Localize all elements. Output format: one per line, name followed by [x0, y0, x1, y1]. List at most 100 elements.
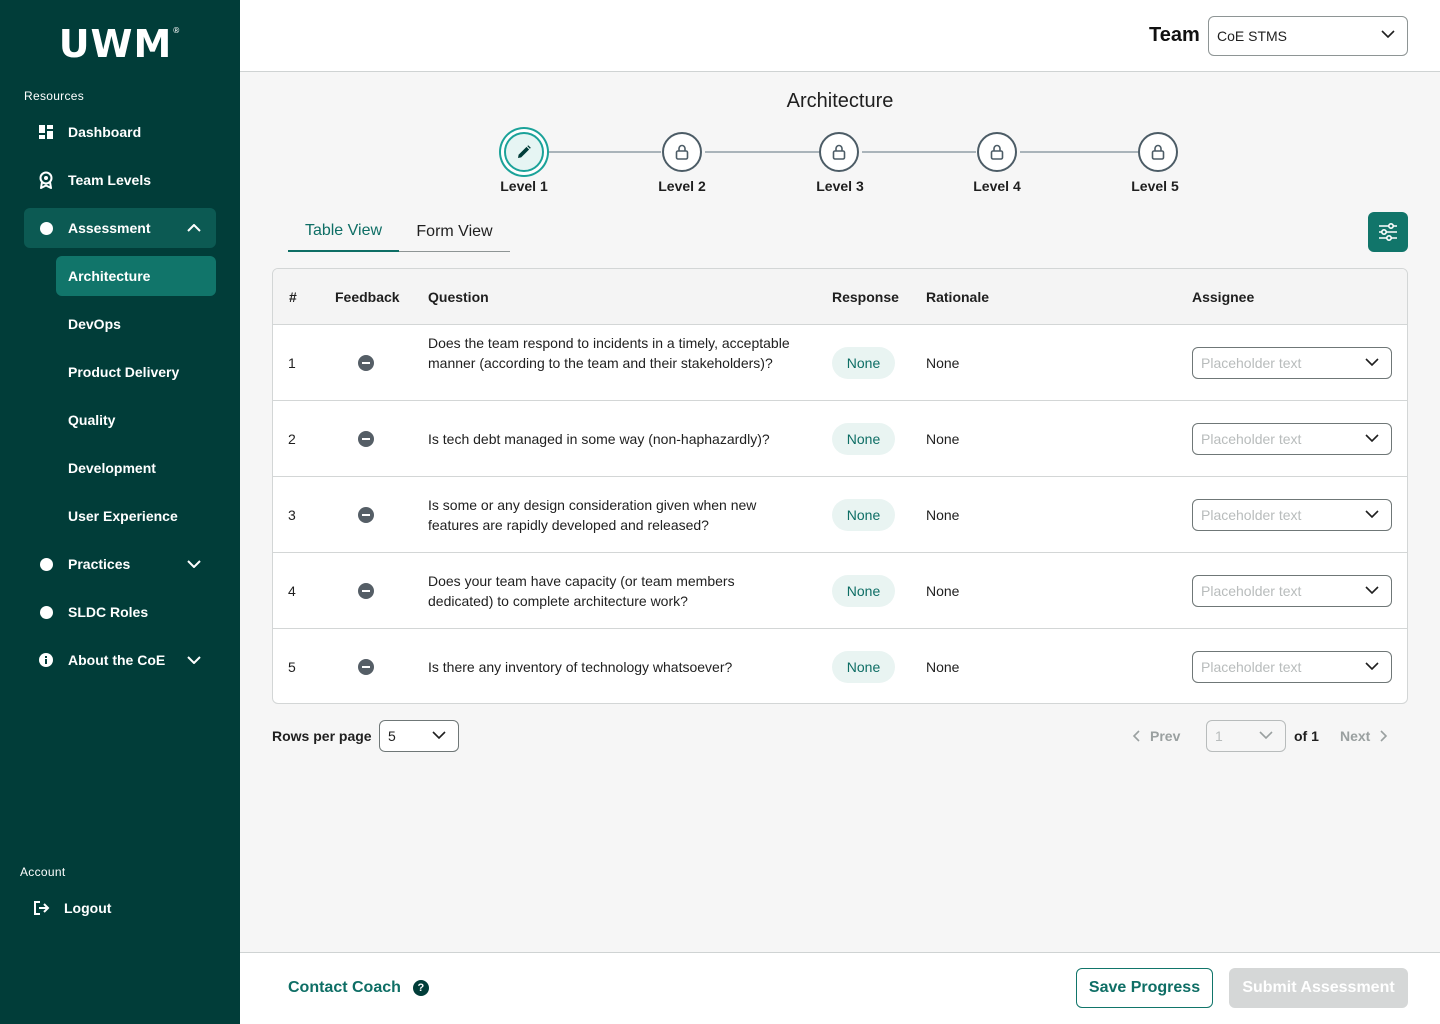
- level-4-step[interactable]: [977, 132, 1017, 172]
- contact-coach-link[interactable]: Contact Coach ?: [288, 979, 429, 997]
- response-pill[interactable]: None: [832, 575, 895, 607]
- view-tabs: Table View Form View: [288, 212, 510, 252]
- question-text: Does the team respond to incidents in a …: [428, 335, 790, 371]
- table-row: 1 Does the team respond to incidents in …: [273, 325, 1407, 401]
- feedback-minus-icon[interactable]: [358, 583, 374, 599]
- logout-button[interactable]: Logout: [20, 888, 212, 928]
- circle-icon: [24, 605, 68, 619]
- contact-coach-label: Contact Coach: [288, 979, 401, 996]
- chevron-down-icon: [172, 560, 216, 568]
- column-header-assignee: Assignee: [1192, 289, 1255, 305]
- column-header-question: Question: [428, 289, 489, 305]
- level-5-label: Level 5: [1131, 178, 1179, 194]
- sidebar-item-assessment[interactable]: Assessment: [24, 208, 216, 248]
- row-number: 3: [288, 507, 296, 523]
- chevron-up-icon: [172, 224, 216, 232]
- footer-bar: Contact Coach ? Save Progress Submit Ass…: [240, 952, 1440, 1024]
- chevron-down-icon: [1365, 586, 1379, 594]
- column-header-response: Response: [832, 289, 899, 305]
- chevron-down-icon: [1365, 434, 1379, 442]
- sidebar-item-about-the-coe[interactable]: About the CoE: [24, 640, 216, 680]
- feedback-minus-icon[interactable]: [358, 659, 374, 675]
- level-5-step[interactable]: [1138, 132, 1178, 172]
- rationale-text: None: [926, 507, 960, 523]
- response-pill[interactable]: None: [832, 423, 895, 455]
- feedback-minus-icon[interactable]: [358, 355, 374, 371]
- logout-label: Logout: [64, 900, 112, 916]
- feedback-minus-icon[interactable]: [358, 431, 374, 447]
- rationale-text: None: [926, 431, 960, 447]
- sidebar-item-label: About the CoE: [68, 652, 166, 668]
- chevron-down-icon: [432, 731, 446, 739]
- assignee-placeholder: Placeholder text: [1201, 583, 1302, 599]
- chevron-down-icon: [1259, 731, 1273, 739]
- sidebar-item-team-levels[interactable]: Team Levels: [24, 160, 216, 200]
- chevron-right-icon: [1380, 730, 1388, 742]
- sidebar-subitem-devops[interactable]: DevOps: [56, 304, 216, 344]
- response-pill[interactable]: None: [832, 651, 895, 683]
- question-text: Is tech debt managed in some way (non-ha…: [428, 431, 770, 447]
- chevron-down-icon: [1365, 510, 1379, 518]
- assignee-select[interactable]: Placeholder text: [1192, 651, 1392, 683]
- sidebar-item-practices[interactable]: Practices: [24, 544, 216, 584]
- filter-settings-button[interactable]: [1368, 212, 1408, 252]
- level-4-label: Level 4: [973, 178, 1021, 194]
- response-pill[interactable]: None: [832, 499, 895, 531]
- level-1-step[interactable]: [504, 132, 544, 172]
- sidebar-item-dashboard[interactable]: Dashboard: [24, 112, 216, 152]
- assessment-table: # Feedback Question Response Rationale A…: [272, 268, 1408, 704]
- logout-icon: [20, 901, 64, 915]
- sidebar-subitem-product-delivery[interactable]: Product Delivery: [56, 352, 216, 392]
- team-label: Team: [1149, 24, 1200, 46]
- circle-icon: [24, 221, 68, 235]
- sidebar-subitem-architecture[interactable]: Architecture: [56, 256, 216, 296]
- question-text: Does your team have capacity (or team me…: [428, 573, 735, 609]
- level-3-step[interactable]: [819, 132, 859, 172]
- sidebar-subitem-development[interactable]: Development: [56, 448, 216, 488]
- sidebar-subitem-quality[interactable]: Quality: [56, 400, 216, 440]
- column-header-rationale: Rationale: [926, 289, 990, 305]
- assignee-placeholder: Placeholder text: [1201, 507, 1302, 523]
- chevron-down-icon: [1365, 358, 1379, 366]
- pencil-icon: [518, 145, 531, 158]
- sidebar-subitem-user-experience[interactable]: User Experience: [56, 496, 216, 536]
- assignee-select[interactable]: Placeholder text: [1192, 423, 1392, 455]
- team-select[interactable]: CoE STMS: [1208, 16, 1408, 56]
- sidebar-item-label: Practices: [68, 556, 131, 572]
- stepper-connector: [547, 151, 661, 153]
- tab-table-view[interactable]: Table View: [288, 212, 399, 252]
- response-pill[interactable]: None: [832, 347, 895, 379]
- level-2-step[interactable]: [662, 132, 702, 172]
- tab-form-view[interactable]: Form View: [399, 212, 510, 252]
- page-number-select[interactable]: 1: [1206, 720, 1286, 752]
- row-number: 4: [288, 583, 296, 599]
- assignee-select[interactable]: Placeholder text: [1192, 347, 1392, 379]
- next-page-button[interactable]: Next: [1340, 728, 1388, 744]
- row-number: 5: [288, 659, 296, 675]
- rows-per-page-select[interactable]: 5: [379, 720, 459, 752]
- level-2-label: Level 2: [658, 178, 706, 194]
- level-3-label: Level 3: [816, 178, 864, 194]
- lock-icon: [1151, 144, 1165, 160]
- account-label: Account: [20, 865, 66, 879]
- rows-per-page-value: 5: [388, 728, 396, 744]
- info-icon: [24, 653, 68, 667]
- feedback-minus-icon[interactable]: [358, 507, 374, 523]
- sidebar-item-label: Team Levels: [68, 172, 152, 188]
- assignee-select[interactable]: Placeholder text: [1192, 499, 1392, 531]
- sidebar-item-label: Dashboard: [68, 124, 142, 140]
- page-title: Architecture: [786, 90, 894, 112]
- prev-page-button[interactable]: Prev: [1132, 728, 1180, 744]
- column-header-number: #: [289, 289, 297, 305]
- uwm-logo[interactable]: UWM®: [0, 22, 240, 66]
- stepper-connector: [862, 151, 976, 153]
- help-icon[interactable]: ?: [412, 980, 429, 996]
- lock-icon: [990, 144, 1004, 160]
- award-icon: [24, 171, 68, 189]
- question-text: Is there any inventory of technology wha…: [428, 659, 733, 675]
- sidebar-item-sldc-roles[interactable]: SLDC Roles: [24, 592, 216, 632]
- submit-assessment-button[interactable]: Submit Assessment: [1229, 968, 1408, 1008]
- save-progress-button[interactable]: Save Progress: [1076, 968, 1213, 1008]
- assignee-select[interactable]: Placeholder text: [1192, 575, 1392, 607]
- chevron-down-icon: [172, 656, 216, 664]
